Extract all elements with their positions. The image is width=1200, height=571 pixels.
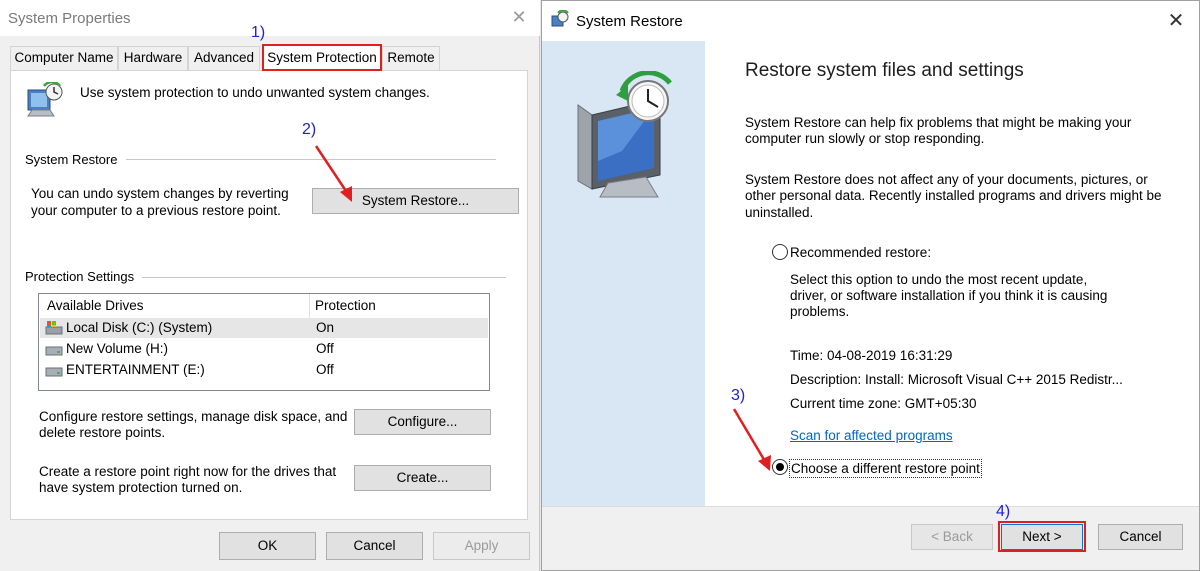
tab-computer-name[interactable]: Computer Name [10,46,118,70]
dialog-title: System Restore [576,13,683,30]
drive-name: Local Disk (C:) (System) [66,320,213,335]
create-text-line1: Create a restore point right now for the… [39,464,337,479]
configure-button[interactable]: Configure... [354,409,491,435]
column-header-drives[interactable]: Available Drives [47,294,144,318]
apply-button[interactable]: Apply [433,532,530,560]
para1-line2: computer run slowly or stop responding. [745,131,985,146]
intro-text: Use system protection to undo unwanted s… [80,85,430,100]
recommended-desc-line3: problems. [790,304,850,319]
restore-description-line2: your computer to a previous restore poin… [31,203,281,218]
wizard-footer: < Back Next > Cancel [542,506,1199,570]
para2-line3: uninstalled. [745,205,814,220]
restore-description-line1: You can undo system changes by reverting [31,186,289,201]
restore-time: Time: 04-08-2019 16:31:29 [790,348,953,363]
restore-description: Description: Install: Microsoft Visual C… [790,372,1123,387]
table-row[interactable]: Local Disk (C:) (System) On [40,318,488,338]
recommended-desc-line1: Select this option to undo the most rece… [790,272,1088,287]
column-header-protection[interactable]: Protection [315,294,376,318]
annotation-arrow-icon [314,145,352,202]
system-restore-icon [551,10,569,27]
current-time-zone: Current time zone: GMT+05:30 [790,396,977,411]
drive-icon [45,346,63,356]
create-button[interactable]: Create... [354,465,491,491]
tab-advanced[interactable]: Advanced [188,46,260,70]
system-restore-dialog: System Restore ✕ Restore system files an… [541,0,1200,571]
system-restore-group-label: System Restore [25,152,124,167]
annotation-step-3: 3) [731,387,746,404]
tab-system-protection[interactable]: System Protection [262,44,382,71]
title-bar: System Properties ✕ [0,0,540,36]
drive-protection: Off [316,341,334,356]
dialog-title: System Properties [8,10,131,27]
recommended-desc-line2: driver, or software installation if you … [790,288,1108,303]
table-row[interactable]: ENTERTAINMENT (E:) Off [40,360,488,380]
scan-affected-programs-link[interactable]: Scan for affected programs [790,427,953,444]
system-drive-icon [45,321,63,335]
close-icon[interactable]: ✕ [1162,7,1190,35]
drive-name: New Volume (H:) [66,341,169,356]
configure-text-line2: delete restore points. [39,425,166,440]
para2-line2: other personal data. Recently installed … [745,188,1162,203]
configure-text-line1: Configure restore settings, manage disk … [39,409,348,424]
drive-icon [45,367,63,377]
drive-protection: Off [316,362,334,377]
wizard-side-panel [542,41,705,506]
drives-list[interactable]: Available Drives Protection Local Disk (… [38,293,490,391]
table-row[interactable]: New Volume (H:) Off [40,339,488,359]
protection-settings-group-label: Protection Settings [25,269,141,284]
different-restore-point-label[interactable]: Choose a different restore point [789,459,982,478]
column-divider [309,294,310,318]
recommended-restore-radio[interactable] [772,244,788,260]
drive-name: ENTERTAINMENT (E:) [66,362,205,377]
cancel-button[interactable]: Cancel [326,532,423,560]
para2-line1: System Restore does not affect any of yo… [745,172,1148,187]
tab-remote[interactable]: Remote [382,46,440,70]
cancel-button[interactable]: Cancel [1098,524,1183,550]
annotation-step-4: 4) [996,503,1011,520]
annotation-step-2: 2) [302,121,317,138]
close-icon[interactable]: ✕ [508,6,530,28]
next-highlight-box [998,521,1086,552]
annotation-step-1: 1) [251,24,266,41]
back-button[interactable]: < Back [911,524,993,550]
system-properties-dialog: System Properties ✕ Computer Name Hardwa… [0,0,540,571]
system-protection-icon [27,82,63,117]
wizard-heading: Restore system files and settings [745,60,1024,81]
tab-hardware[interactable]: Hardware [118,46,188,70]
drive-protection: On [316,320,335,335]
create-text-line2: have system protection turned on. [39,480,243,495]
title-bar: System Restore ✕ [542,1,1199,41]
divider [142,277,506,278]
para1-line1: System Restore can help fix problems tha… [745,115,1132,130]
ok-button[interactable]: OK [219,532,316,560]
recommended-restore-label[interactable]: Recommended restore: [790,244,931,261]
annotation-arrow-icon [732,408,771,471]
restore-computer-icon [577,71,672,198]
